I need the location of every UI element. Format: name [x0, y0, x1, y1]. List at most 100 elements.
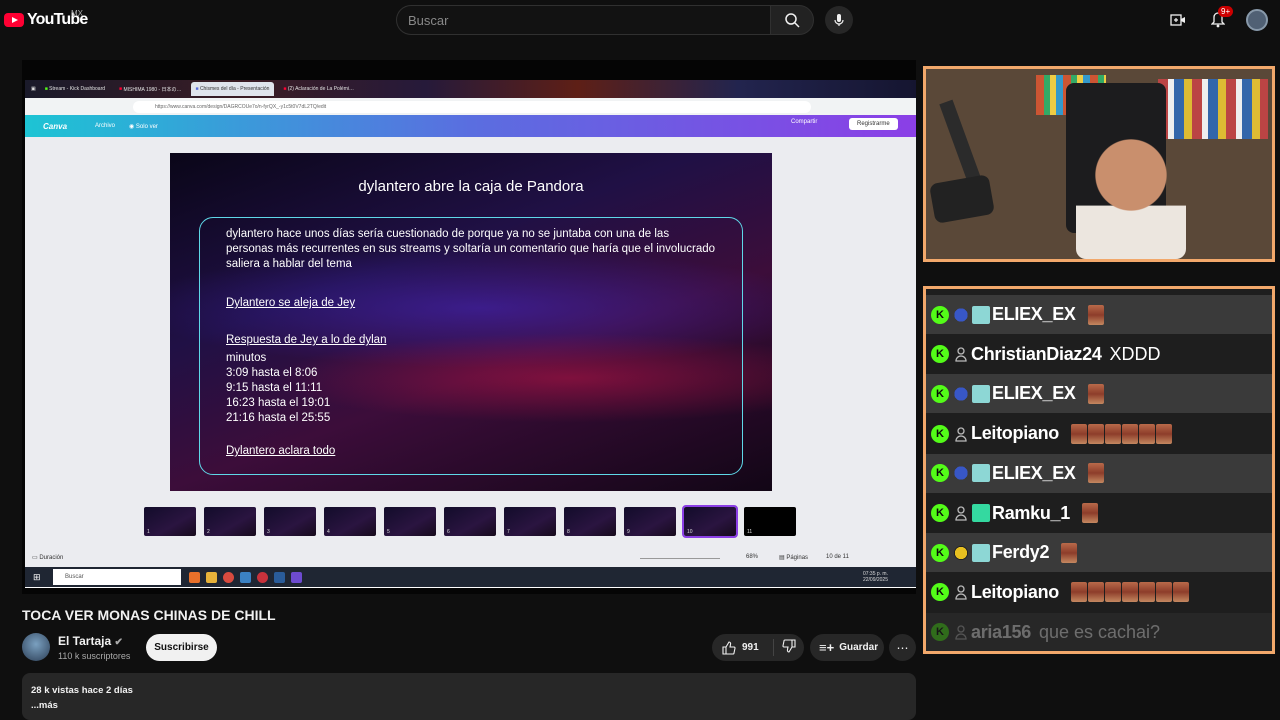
chat-emotes	[1081, 503, 1098, 523]
search-button[interactable]	[770, 5, 814, 35]
custom-badge-icon	[953, 543, 969, 562]
kick-badge-icon: K	[931, 345, 949, 364]
kick-badge-icon: K	[931, 543, 949, 562]
chat-username: ELIEX_EX	[992, 383, 1076, 404]
video-title: TOCA VER MONAS CHINAS DE CHILL	[22, 607, 276, 623]
chat-username: Leitopiano	[971, 423, 1059, 444]
emote-icon	[1139, 423, 1155, 444]
like-button[interactable]: 991	[712, 639, 774, 656]
gifter-badge-icon	[972, 384, 990, 403]
taskbar-clock: 07:35 p. m. 22/09/2025	[862, 571, 888, 583]
slide-content-box: dylantero hace unos días sería cuestiona…	[199, 217, 743, 475]
firefox-icon	[189, 571, 200, 583]
slide-minutes-label: minutos	[226, 352, 267, 364]
browser-tab: ■ MISHIMA 1980 - 日本の…	[119, 86, 182, 93]
notifications-button[interactable]: 9+	[1206, 6, 1234, 32]
canva-logo: Canva	[43, 121, 68, 131]
slide-thumbnail: 2	[204, 507, 256, 536]
video-player[interactable]: ▣ ■ Stream - Kick Dashboard ■ MISHIMA 19…	[22, 60, 916, 594]
zoom-slider	[640, 558, 720, 559]
youtube-logo[interactable]: YouTube MX	[4, 9, 88, 29]
webcam-overlay	[923, 66, 1275, 262]
canva-editor: dylantero abre la caja de Pandora dylant…	[25, 137, 916, 567]
channel-avatar[interactable]	[22, 633, 50, 661]
stream-screen-capture: ▣ ■ Stream - Kick Dashboard ■ MISHIMA 19…	[25, 80, 916, 588]
emote-icon	[1139, 582, 1155, 603]
browser-tab: ■ Stream - Kick Dashboard	[44, 86, 106, 92]
more-icon: ⋯	[896, 640, 909, 655]
voice-search-button[interactable]	[825, 6, 853, 34]
windows-taskbar: ⊞ Buscar 07:35 p. m. 22/09/2025	[25, 567, 916, 587]
person-icon	[953, 583, 969, 601]
browser-url: https://www.canva.com/design/DAGRCOUe7o/…	[133, 100, 811, 113]
more-actions-button[interactable]: ⋯	[889, 634, 916, 661]
slide-link: Dylantero se aleja de Jey	[226, 297, 356, 309]
subscribe-button[interactable]: Suscribirse	[146, 634, 217, 661]
sonic-badge-icon	[953, 464, 969, 483]
chat-emotes	[1071, 582, 1189, 603]
sonic-badge-icon	[953, 305, 969, 324]
show-more-link[interactable]: ...más	[31, 698, 907, 713]
emote-icon	[1088, 423, 1104, 444]
kick-badge-icon: K	[931, 384, 949, 403]
slide-time-range: 3:09 hasta el 8:06	[226, 367, 318, 379]
emote-icon	[1061, 542, 1078, 563]
subscriber-badge-icon	[972, 504, 990, 522]
slide-thumbnails: 1 2 3 4 5 6 7 8 9 10 11	[144, 505, 796, 538]
windows-start-icon: ⊞	[33, 572, 41, 582]
microphone-icon	[834, 14, 844, 26]
browser-tab-active: ■ Chismes del día - Presentación	[190, 82, 275, 96]
slide-thumbnail: 6	[444, 507, 496, 536]
obs-icon	[257, 571, 268, 583]
channel-name[interactable]: El Tartaja ✔	[58, 634, 123, 648]
browser-url-bar: https://www.canva.com/design/DAGRCOUe7o/…	[25, 98, 916, 115]
kick-chat-overlay: K ELIEX_EX K ChristianDiaz24 XDDD K ELIEX_EX K L…	[923, 286, 1275, 654]
slide-link: Respuesta de Jey a lo de dylan	[226, 334, 387, 346]
emote-icon	[1081, 503, 1098, 523]
create-button[interactable]	[1166, 8, 1190, 32]
emote-icon	[1087, 383, 1104, 404]
emote-icon	[1122, 423, 1138, 444]
emote-icon	[1173, 582, 1189, 603]
gifter-badge-icon	[972, 305, 990, 324]
chat-message: K ELIEX_EX	[926, 374, 1272, 414]
kick-badge-icon: K	[931, 464, 949, 483]
chat-username: Ramku_1	[992, 502, 1070, 523]
slide-link: Dylantero aclara todo	[226, 445, 336, 457]
chat-message: K Leitopiano	[926, 414, 1272, 453]
slide-thumbnail-selected: 10	[682, 505, 738, 538]
verified-icon: ✔	[114, 637, 123, 648]
chat-message: K ChristianDiaz24 XDDD	[926, 335, 1272, 374]
save-playlist-icon: ≡+	[819, 640, 835, 655]
youtube-play-icon	[4, 13, 24, 27]
slide-thumbnail: 1	[144, 507, 196, 536]
slide-title: dylantero abre la caja de Pandora	[358, 178, 584, 195]
chat-message: K Ramku_1	[926, 494, 1272, 533]
chat-message: K Leitopiano	[926, 573, 1272, 612]
chat-message: K ELIEX_EX	[926, 295, 1272, 334]
chat-username: ELIEX_EX	[992, 304, 1076, 324]
gifter-badge-icon	[972, 543, 990, 562]
video-description[interactable]: 28 k vistas hace 2 días ...más	[22, 673, 916, 720]
save-button[interactable]: ≡+ Guardar	[810, 634, 884, 661]
account-avatar[interactable]	[1246, 9, 1268, 31]
chat-message: K ELIEX_EX	[926, 453, 1272, 493]
search-input[interactable]: Buscar	[396, 5, 770, 35]
youtube-header: YouTube MX Buscar 9+	[0, 0, 1280, 40]
person-icon	[953, 425, 969, 443]
page-counter: 10 de 11	[826, 554, 849, 560]
thumbs-down-icon	[782, 639, 796, 653]
slide-time-range: 9:15 hasta el 11:11	[226, 382, 323, 394]
presentation-slide: dylantero abre la caja de Pandora dylant…	[170, 153, 772, 491]
emote-icon	[1105, 582, 1121, 603]
notification-badge: 9+	[1218, 6, 1234, 17]
canva-share: Compartir	[791, 119, 818, 125]
chat-username: Ferdy2	[992, 542, 1050, 563]
like-dislike-group: 991	[712, 634, 804, 661]
emote-icon	[1122, 582, 1138, 603]
person-icon	[953, 504, 969, 522]
slide-paragraph: dylantero hace unos días sería cuestiona…	[226, 228, 716, 270]
dislike-button[interactable]	[774, 639, 796, 656]
kick-badge-icon: K	[931, 583, 949, 602]
pages-button: ▤ Páginas	[779, 555, 809, 561]
